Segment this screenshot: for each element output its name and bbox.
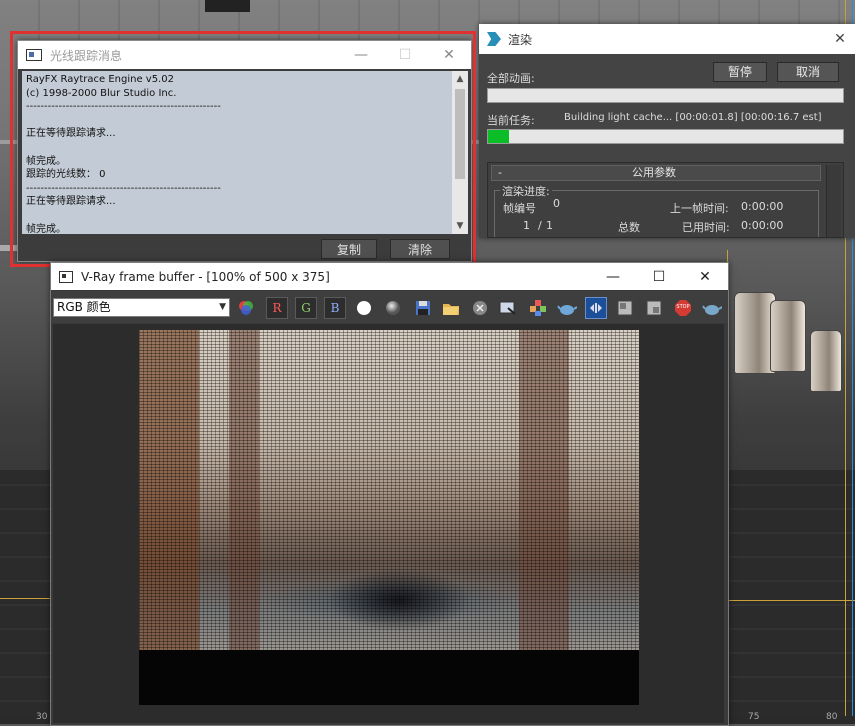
viewport-chair — [810, 330, 842, 392]
current-task-progress-fill — [488, 130, 510, 143]
window-app-icon — [26, 49, 42, 61]
compare-ab-icon[interactable] — [585, 297, 607, 319]
raytrace-messages-window: 光线跟踪消息 — ☐ ✕ RayFX Raytrace Engine v5.02… — [17, 40, 472, 262]
prev-frame-time-label: 上一帧时间: — [670, 202, 729, 215]
white-circle-icon[interactable] — [353, 297, 375, 319]
unrendered-region — [139, 650, 639, 705]
alpha-circle-icon[interactable] — [382, 297, 404, 319]
raytrace-log-text[interactable]: RayFX Raytrace Engine v5.02 (c) 1998-200… — [22, 71, 452, 234]
red-channel-button[interactable]: R — [266, 297, 288, 319]
3dsmax-app-icon — [487, 32, 501, 46]
scroll-up-arrow-icon[interactable]: ▲ — [452, 71, 468, 87]
copy-button[interactable]: 复制 — [321, 239, 377, 259]
prev-frame-time-value: 0:00:00 — [741, 200, 784, 213]
chevron-down-icon: ▼ — [219, 302, 226, 312]
pause-button[interactable]: 暂停 — [713, 62, 767, 82]
clear-button[interactable]: 清除 — [390, 239, 450, 259]
frame-count-separator: / — [538, 219, 542, 232]
history-b-icon[interactable] — [643, 297, 665, 319]
scroll-thumb[interactable] — [455, 89, 465, 179]
history-a-icon[interactable] — [614, 297, 636, 319]
raytrace-window-titlebar[interactable]: 光线跟踪消息 — ☐ ✕ — [18, 41, 471, 69]
rollout-scrollbar[interactable] — [826, 165, 841, 237]
elapsed-time-label: 已用时间: — [682, 221, 730, 234]
raytrace-window-title: 光线跟踪消息 — [50, 48, 123, 63]
vfb-title: V-Ray frame buffer - [100% of 500 x 375] — [81, 269, 330, 284]
all-animation-label: 全部动画: — [487, 72, 535, 85]
vray-frame-buffer-window: V-Ray frame buffer - [100% of 500 x 375]… — [50, 262, 729, 726]
render-last-teapot-icon[interactable] — [701, 297, 723, 319]
render-teapot-icon[interactable] — [556, 297, 578, 319]
frame-number-label: 帧编号 — [503, 202, 536, 215]
close-icon[interactable]: ✕ — [682, 263, 728, 291]
total-label: 总数 — [618, 221, 640, 234]
ruler-label-80: 80 — [826, 712, 838, 722]
color-channels-icon[interactable] — [235, 297, 257, 319]
viewport-chair — [770, 300, 806, 372]
raytrace-log-area[interactable]: RayFX Raytrace Engine v5.02 (c) 1998-200… — [22, 71, 468, 234]
clear-image-icon[interactable] — [469, 297, 491, 319]
frame-count-total: 1 — [546, 219, 553, 232]
vfb-toolbar: RGB 颜色 ▼ R G B STOP — [51, 291, 728, 323]
rollout-collapse-toggle[interactable]: - — [498, 166, 502, 180]
maximize-icon[interactable]: ☐ — [383, 41, 427, 69]
raytrace-footer: 复制 清除 — [18, 237, 471, 261]
viewport-safe-frame-line — [0, 598, 50, 599]
viewport-safe-frame-line — [727, 600, 855, 601]
render-progress-window: 渲染 ✕ 全部动画: 暂停 取消 当前任务: Building light ca… — [479, 24, 855, 238]
frame-count-current: 1 — [523, 219, 530, 232]
common-parameters-rollout: - 公用参数 渲染进度: 帧编号 0 上一帧时间: 0:00:00 1 / 1 … — [487, 162, 844, 238]
rollout-title: 公用参数 — [632, 166, 676, 179]
stop-render-icon[interactable]: STOP — [672, 297, 694, 319]
rendered-image[interactable] — [139, 330, 639, 705]
green-channel-button[interactable]: G — [295, 297, 317, 319]
region-render-icon[interactable] — [497, 297, 519, 319]
open-folder-icon[interactable] — [440, 297, 462, 319]
ruler-label-30: 30 — [36, 712, 48, 722]
viewport-light-fixture — [205, 0, 250, 12]
close-icon[interactable]: ✕ — [825, 25, 855, 53]
minimize-icon[interactable]: — — [339, 41, 383, 69]
vray-app-icon — [59, 270, 73, 283]
channel-select[interactable]: RGB 颜色 ▼ — [53, 298, 230, 317]
render-window-title: 渲染 — [508, 32, 533, 47]
current-task-progress-bar — [487, 129, 844, 144]
log-vertical-scrollbar[interactable]: ▲ ▼ — [452, 71, 468, 234]
elapsed-time-value: 0:00:00 — [741, 219, 784, 232]
stop-render-label: STOP — [676, 304, 690, 310]
current-task-label: 当前任务: — [487, 114, 535, 127]
frame-number-value: 0 — [553, 197, 560, 210]
channel-select-value: RGB 颜色 — [57, 300, 111, 314]
blue-channel-button[interactable]: B — [324, 297, 346, 319]
vfb-titlebar[interactable]: V-Ray frame buffer - [100% of 500 x 375]… — [51, 263, 728, 290]
render-progress-group-label: 渲染进度: — [500, 183, 552, 199]
save-image-icon[interactable] — [412, 297, 434, 319]
minimize-icon[interactable]: — — [590, 263, 636, 291]
cancel-button[interactable]: 取消 — [777, 62, 839, 82]
ruler-label-75: 75 — [748, 712, 760, 722]
track-mouse-icon[interactable] — [527, 297, 549, 319]
vfb-canvas-area[interactable] — [53, 324, 724, 723]
current-task-text: Building light cache... [00:00:01.8] [00… — [564, 112, 822, 123]
close-icon[interactable]: ✕ — [427, 41, 471, 69]
scroll-down-arrow-icon[interactable]: ▼ — [452, 218, 468, 234]
maximize-icon[interactable]: ☐ — [636, 263, 682, 291]
all-animation-progress-bar — [487, 88, 844, 103]
common-parameters-rollout-header[interactable]: - 公用参数 — [491, 165, 821, 181]
render-window-titlebar[interactable]: 渲染 ✕ — [479, 24, 855, 54]
